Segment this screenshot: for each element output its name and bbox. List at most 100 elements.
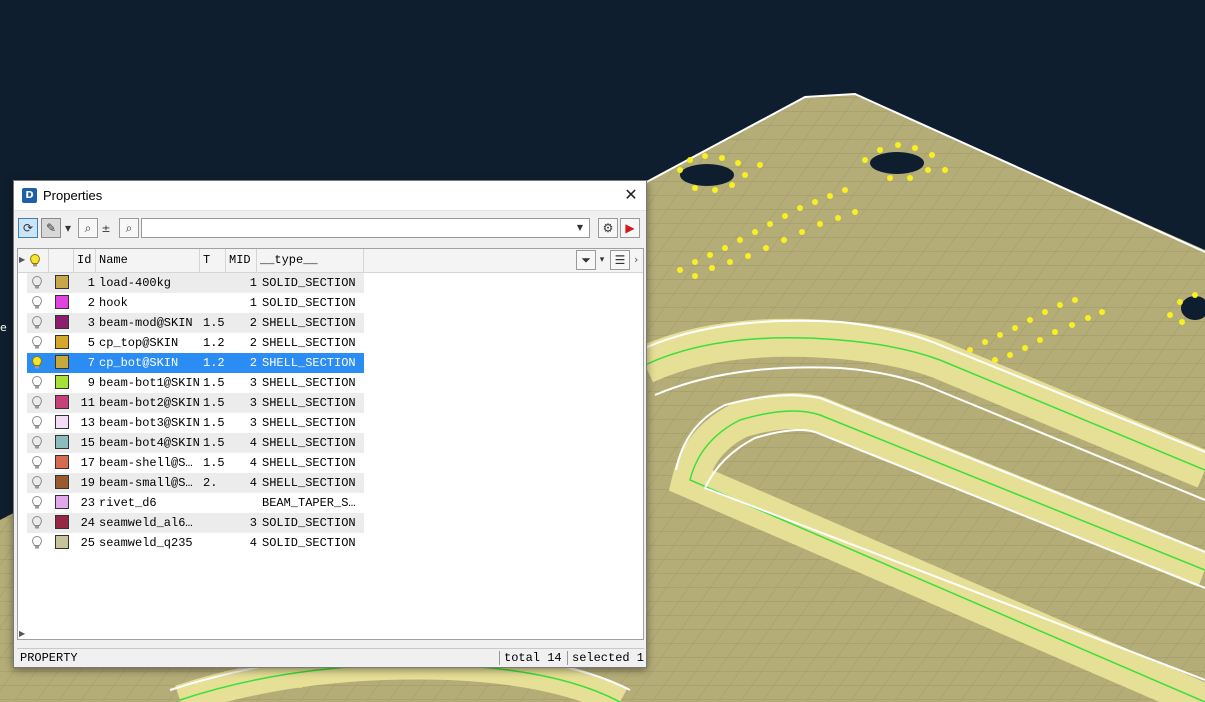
cell-name: beam-bot2@SKIN xyxy=(99,396,199,410)
table-row[interactable]: 5 cp_top@SKIN 1.2 2 SHELL_SECTION xyxy=(27,333,364,353)
bulb-off-icon[interactable] xyxy=(32,336,42,349)
cell-type: SHELL_SECTION xyxy=(262,476,356,490)
cell-mid: 3 xyxy=(249,416,257,430)
color-swatch[interactable] xyxy=(55,475,69,489)
cell-mid: 1 xyxy=(249,296,257,310)
table-row[interactable]: 2 hook 1 SOLID_SECTION xyxy=(27,293,364,313)
scroll-right-icon[interactable]: › xyxy=(634,253,638,266)
color-swatch[interactable] xyxy=(55,315,69,329)
cell-type: SHELL_SECTION xyxy=(262,316,356,330)
cell-t xyxy=(203,293,227,313)
cell-type: SHELL_SECTION xyxy=(262,376,356,390)
table-row[interactable]: 23 rivet_d6 BEAM_TAPER_S… xyxy=(27,493,364,513)
cell-name: beam-small@S… xyxy=(99,476,193,490)
cell-type: SHELL_SECTION xyxy=(262,456,356,470)
bulb-off-icon[interactable] xyxy=(32,476,42,489)
cell-t: 1.5 xyxy=(203,436,225,450)
color-swatch[interactable] xyxy=(55,535,69,549)
cell-id: 3 xyxy=(87,316,95,330)
color-swatch[interactable] xyxy=(55,275,69,289)
zoom-button[interactable]: ⌕ xyxy=(78,218,98,238)
properties-window[interactable]: D Properties ✕ ⟳ ✎ ▾ ⌕ ± ⌕ ▼ ⚙ ▶ ▶ Id Na… xyxy=(13,180,647,668)
color-swatch[interactable] xyxy=(55,515,69,529)
cell-id: 24 xyxy=(80,516,95,530)
bulb-off-icon[interactable] xyxy=(32,276,42,289)
column-header-mid[interactable]: MID xyxy=(226,249,257,272)
table-row[interactable]: 15 beam-bot4@SKIN 1.5 4 SHELL_SECTION xyxy=(27,433,364,453)
cell-t: 1.5 xyxy=(203,376,225,390)
table-row[interactable]: 11 beam-bot2@SKIN 1.5 3 SHELL_SECTION xyxy=(27,393,364,413)
pick-button[interactable]: ▶ xyxy=(620,218,640,238)
color-swatch[interactable] xyxy=(55,455,69,469)
search-button[interactable]: ⌕ xyxy=(119,218,139,238)
window-title: Properties xyxy=(43,188,103,203)
search-input[interactable]: ▼ xyxy=(141,218,590,238)
highlight-button[interactable]: ✎ xyxy=(41,218,61,238)
column-header-type[interactable]: __type__ xyxy=(257,249,364,272)
bulb-off-icon[interactable] xyxy=(32,496,42,509)
table-row[interactable]: 9 beam-bot1@SKIN 1.5 3 SHELL_SECTION xyxy=(27,373,364,393)
bulb-off-icon[interactable] xyxy=(32,416,42,429)
table-row[interactable]: 1 load-400kg 1 SOLID_SECTION xyxy=(27,273,364,293)
bulb-off-icon[interactable] xyxy=(32,316,42,329)
properties-table[interactable]: ▶ Id Name T MID __type__ ⏷ ▾ ☰ › 1 load-4… xyxy=(17,248,644,640)
color-swatch[interactable] xyxy=(55,355,69,369)
scroll-left-bottom-icon[interactable]: ▶ xyxy=(19,629,25,638)
status-bar: PROPERTY total 14 selected 1 xyxy=(17,648,644,667)
cell-name: seamweld_q235 xyxy=(99,536,193,550)
color-swatch[interactable] xyxy=(55,375,69,389)
cell-mid: 2 xyxy=(249,356,257,370)
filter-button[interactable]: ⏷ xyxy=(576,250,596,270)
highlight-dropdown-button[interactable]: ▾ xyxy=(62,218,74,238)
column-header-t[interactable]: T xyxy=(200,249,226,272)
cell-name: beam-bot4@SKIN xyxy=(99,436,199,450)
color-column-header[interactable] xyxy=(49,249,74,272)
table-row[interactable]: 17 beam-shell@S… 1.5 4 SHELL_SECTION xyxy=(27,453,364,473)
settings-button[interactable]: ⚙ xyxy=(598,218,618,238)
table-row[interactable]: 13 beam-bot3@SKIN 1.5 3 SHELL_SECTION xyxy=(27,413,364,433)
highlight-icon: ✎ xyxy=(45,221,57,235)
color-swatch[interactable] xyxy=(55,395,69,409)
table-row[interactable]: 24 seamweld_al6… 3 SOLID_SECTION xyxy=(27,513,364,533)
cell-t xyxy=(203,533,227,553)
cell-type: SHELL_SECTION xyxy=(262,416,356,430)
columns-button[interactable]: ☰ xyxy=(610,250,630,270)
cell-t: 1.5 xyxy=(203,396,225,410)
color-swatch[interactable] xyxy=(55,495,69,509)
color-swatch[interactable] xyxy=(55,295,69,309)
cell-id: 15 xyxy=(80,436,95,450)
cell-id: 19 xyxy=(80,476,95,490)
bulb-off-icon[interactable] xyxy=(32,516,42,529)
column-header-name[interactable]: Name xyxy=(96,249,200,272)
table-row[interactable]: 19 beam-small@S… 2. 4 SHELL_SECTION xyxy=(27,473,364,493)
cell-mid: 4 xyxy=(249,456,257,470)
bulb-off-icon[interactable] xyxy=(32,456,42,469)
color-swatch[interactable] xyxy=(55,335,69,349)
title-bar[interactable]: D Properties ✕ xyxy=(14,181,646,211)
cell-mid xyxy=(227,493,257,513)
bulb-off-icon[interactable] xyxy=(32,536,42,549)
bulb-on-icon[interactable] xyxy=(32,356,42,369)
zoom-icon: ⌕ xyxy=(84,220,92,235)
cell-mid: 4 xyxy=(249,476,257,490)
table-header: ▶ Id Name T MID __type__ ⏷ ▾ ☰ › xyxy=(18,249,643,273)
table-row[interactable]: 7 cp_bot@SKIN 1.2 2 SHELL_SECTION xyxy=(27,353,364,373)
visibility-column-header[interactable] xyxy=(27,249,49,272)
table-body: 1 load-400kg 1 SOLID_SECTION 2 hook 1 SOLID_SEC… xyxy=(27,273,364,553)
close-button[interactable]: ✕ xyxy=(616,181,646,210)
color-swatch[interactable] xyxy=(55,415,69,429)
filter-dropdown-button[interactable]: ▾ xyxy=(597,250,607,270)
bulb-off-icon[interactable] xyxy=(32,436,42,449)
column-header-id[interactable]: Id xyxy=(74,249,96,272)
refresh-button[interactable]: ⟳ xyxy=(18,218,38,238)
table-row[interactable]: 25 seamweld_q235 4 SOLID_SECTION xyxy=(27,533,364,553)
bulb-off-icon[interactable] xyxy=(32,296,42,309)
scroll-left-icon[interactable]: ▶ xyxy=(19,255,25,264)
table-row[interactable]: 3 beam-mod@SKIN 1.5 2 SHELL_SECTION xyxy=(27,313,364,333)
color-swatch[interactable] xyxy=(55,435,69,449)
search-dropdown-icon[interactable]: ▼ xyxy=(571,219,589,237)
bulb-off-icon[interactable] xyxy=(32,376,42,389)
bulb-off-icon[interactable] xyxy=(32,396,42,409)
zoom-in-out-button[interactable]: ± xyxy=(99,218,113,238)
cell-id: 11 xyxy=(80,396,95,410)
